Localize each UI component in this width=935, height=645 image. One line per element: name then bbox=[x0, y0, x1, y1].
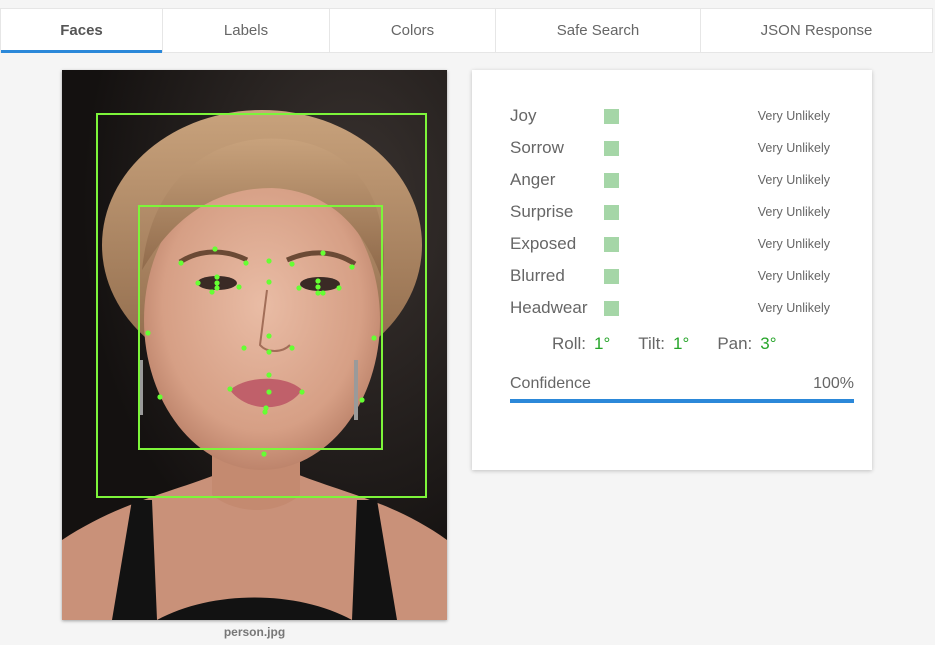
pan-label: Pan: bbox=[717, 334, 753, 353]
likelihood-swatch bbox=[604, 300, 619, 316]
roll-value: 1° bbox=[594, 334, 611, 353]
likelihood-swatch bbox=[604, 268, 619, 284]
photo-illustration bbox=[62, 70, 447, 620]
likelihood-swatch bbox=[604, 172, 619, 188]
likelihood-list: Joy Very Unlikely Sorrow Very Unlikely A… bbox=[510, 100, 840, 324]
likelihood-swatch bbox=[604, 204, 619, 220]
tab-labels[interactable]: Labels bbox=[163, 8, 330, 53]
confidence-bar bbox=[510, 399, 854, 403]
likelihood-swatch bbox=[604, 236, 619, 252]
likelihood-row-headwear: Headwear Very Unlikely bbox=[510, 292, 840, 324]
likelihood-value: Very Unlikely bbox=[757, 109, 830, 123]
pan-value: 3° bbox=[760, 334, 777, 353]
likelihood-row-joy: Joy Very Unlikely bbox=[510, 100, 840, 132]
roll-angle: Roll: 1° bbox=[552, 334, 610, 354]
tab-safe-search[interactable]: Safe Search bbox=[496, 8, 701, 53]
likelihood-label: Blurred bbox=[510, 266, 565, 285]
tilt-label: Tilt: bbox=[638, 334, 666, 353]
likelihood-value: Very Unlikely bbox=[757, 269, 830, 283]
likelihood-label: Surprise bbox=[510, 202, 574, 221]
confidence-value: 100% bbox=[813, 375, 854, 392]
face-angles: Roll: 1° Tilt: 1° Pan: 3° bbox=[552, 334, 777, 354]
likelihood-label: Exposed bbox=[510, 234, 577, 253]
image-caption: person.jpg bbox=[223, 625, 286, 639]
likelihood-label: Sorrow bbox=[510, 138, 564, 157]
likelihood-row-anger: Anger Very Unlikely bbox=[510, 164, 840, 196]
likelihood-label: Joy bbox=[510, 106, 537, 125]
likelihood-value: Very Unlikely bbox=[757, 205, 830, 219]
likelihood-value: Very Unlikely bbox=[757, 173, 830, 187]
confidence-section: Confidence 100% bbox=[510, 375, 854, 403]
likelihood-swatch bbox=[604, 140, 619, 156]
confidence-label: Confidence bbox=[510, 375, 591, 392]
tab-faces[interactable]: Faces bbox=[0, 8, 163, 53]
tab-json-response[interactable]: JSON Response bbox=[701, 8, 933, 53]
likelihood-value: Very Unlikely bbox=[757, 237, 830, 251]
likelihood-row-surprise: Surprise Very Unlikely bbox=[510, 196, 840, 228]
tilt-angle: Tilt: 1° bbox=[638, 334, 689, 354]
face-photo bbox=[62, 70, 447, 620]
likelihood-label: Headwear bbox=[510, 298, 588, 317]
confidence-bar-fill bbox=[510, 399, 854, 403]
face-details-card: Joy Very Unlikely Sorrow Very Unlikely A… bbox=[472, 70, 872, 470]
tilt-value: 1° bbox=[673, 334, 690, 353]
likelihood-row-exposed: Exposed Very Unlikely bbox=[510, 228, 840, 260]
tab-colors[interactable]: Colors bbox=[330, 8, 496, 53]
likelihood-label: Anger bbox=[510, 170, 556, 189]
likelihood-row-blurred: Blurred Very Unlikely bbox=[510, 260, 840, 292]
pan-angle: Pan: 3° bbox=[717, 334, 776, 354]
roll-label: Roll: bbox=[552, 334, 587, 353]
likelihood-row-sorrow: Sorrow Very Unlikely bbox=[510, 132, 840, 164]
likelihood-swatch bbox=[604, 108, 619, 124]
likelihood-value: Very Unlikely bbox=[757, 301, 830, 315]
tab-bar: Faces Labels Colors Safe Search JSON Res… bbox=[0, 8, 935, 53]
likelihood-value: Very Unlikely bbox=[757, 141, 830, 155]
